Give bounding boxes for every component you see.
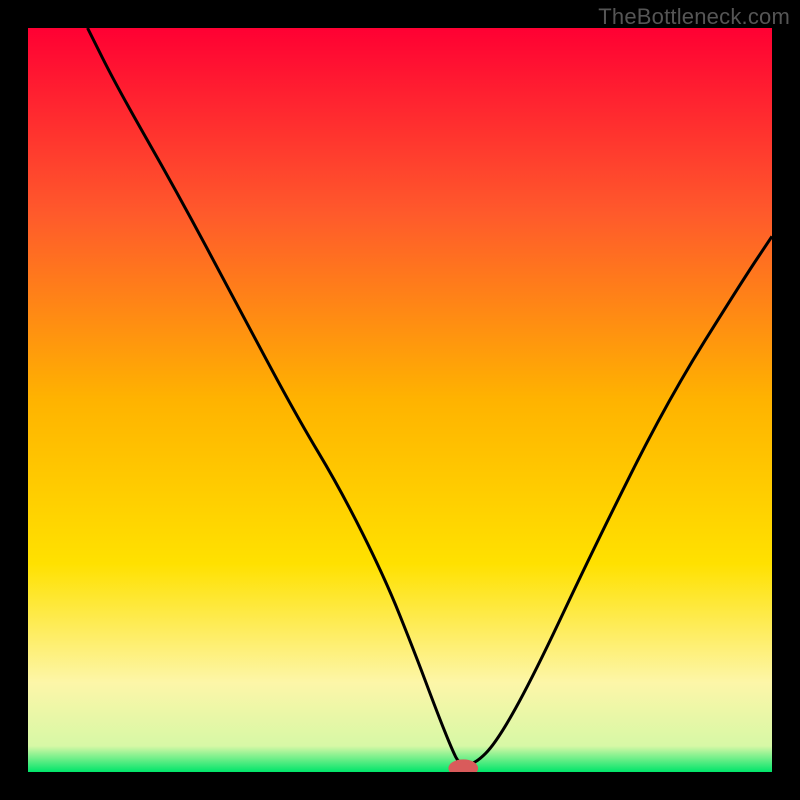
watermark-text: TheBottleneck.com xyxy=(598,4,790,30)
gradient-background xyxy=(28,28,772,772)
plot-area xyxy=(28,28,772,772)
chart-svg xyxy=(28,28,772,772)
chart-frame: TheBottleneck.com xyxy=(0,0,800,800)
